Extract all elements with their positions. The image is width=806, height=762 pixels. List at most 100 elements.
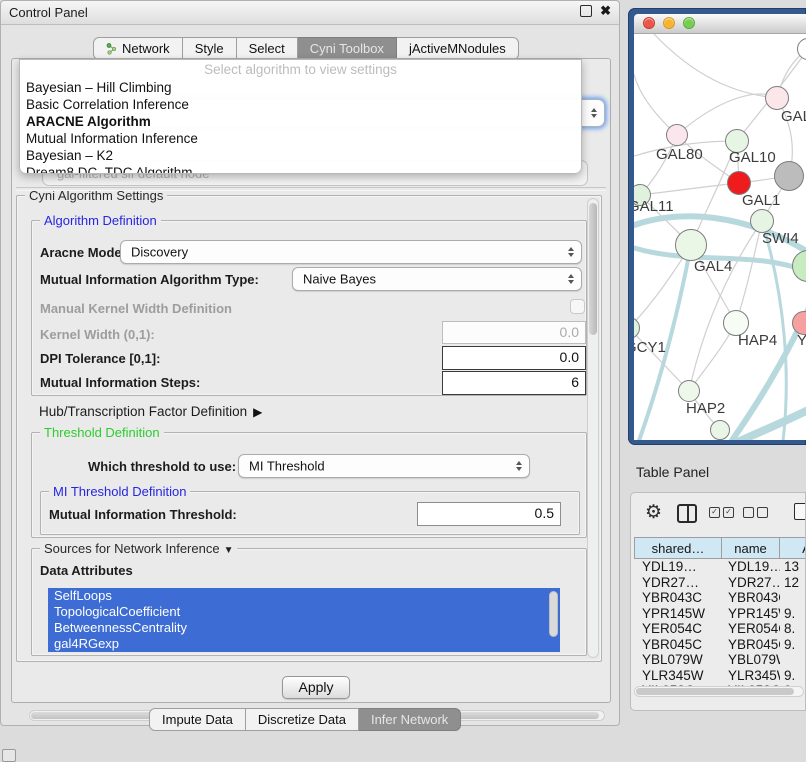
attribute-item-topologicalcoefficient[interactable]: TopologicalCoefficient: [48, 604, 560, 620]
mi-steps-label: Mutual Information Steps:: [40, 375, 200, 390]
combo-arrows-icon: [516, 461, 522, 471]
network-node-gal80[interactable]: [666, 124, 688, 146]
table-cell: YLR345W: [634, 668, 722, 684]
close-icon[interactable]: ✖: [600, 4, 611, 18]
node-table: shared…nameA YDL19…YDL19…13YDR27…YDR27…1…: [634, 537, 806, 699]
network-node[interactable]: [774, 161, 804, 191]
node-label-gcy1: GCY1: [634, 339, 666, 356]
attribute-item-selfloops[interactable]: SelfLoops: [48, 588, 560, 604]
table-row[interactable]: YLR345WYLR345W9.: [634, 668, 806, 684]
threshold-definition-group: Threshold Definition Which threshold to …: [31, 432, 587, 538]
mi-steps-field[interactable]: 6: [442, 371, 586, 395]
tab-cyni-toolbox[interactable]: Cyni Toolbox: [298, 37, 397, 60]
attribute-item-betweennesscentrality[interactable]: BetweennessCentrality: [48, 620, 560, 636]
select-all-checkboxes-icon[interactable]: ✓✓: [709, 507, 734, 518]
table-row[interactable]: YER054CYER054C8.: [634, 621, 806, 637]
table-row[interactable]: YBL079WYBL079W: [634, 652, 806, 668]
aracne-mode-label: Aracne Mode:: [40, 245, 126, 260]
mi-algorithm-type-combo[interactable]: Naive Bayes: [292, 267, 582, 291]
close-traffic-light-icon[interactable]: [643, 17, 655, 29]
node-label-gal80: GAL80: [656, 146, 703, 163]
minimize-traffic-light-icon[interactable]: [663, 17, 675, 29]
deselect-all-checkboxes-icon[interactable]: [743, 507, 768, 518]
dpi-tolerance-field[interactable]: 0.0: [442, 346, 586, 370]
table-horizontal-scrollbar[interactable]: [634, 686, 804, 697]
mi-threshold-label: Mutual Information Threshold:: [49, 507, 237, 522]
divider: [16, 187, 606, 191]
table-row[interactable]: YPR145WYPR145W9.: [634, 606, 806, 622]
new-table-icon[interactable]: [794, 503, 806, 520]
dropdown-placeholder: Select algorithm to view settings: [20, 61, 581, 79]
panel-grip-icon[interactable]: [2, 749, 16, 762]
columns-icon[interactable]: [677, 504, 697, 523]
expander-down-icon: ▼: [224, 545, 234, 556]
network-view-canvas[interactable]: GALGAL80GAL10GAL1GAL11SWI4GAL4HAP4YGCY1H…: [634, 34, 806, 440]
which-threshold-label: Which threshold to use:: [88, 459, 236, 474]
node-label-gal: GAL: [781, 108, 806, 125]
network-node-gal4[interactable]: [675, 229, 707, 261]
table-cell: YBR045C: [722, 637, 780, 653]
network-node[interactable]: [710, 420, 730, 440]
bottom-tab-infer-network[interactable]: Infer Network: [359, 708, 461, 731]
table-cell: YDL19…: [722, 559, 780, 575]
kernel-width-label: Kernel Width (0,1):: [40, 327, 155, 342]
table-cell: YBR043C: [722, 590, 780, 606]
column-header-name[interactable]: name: [722, 537, 780, 559]
dropdown-item-dream8-dc-tdc-algorithm[interactable]: Dream8 DC_TDC Algorithm: [20, 164, 581, 174]
table-row[interactable]: YDL19…YDL19…13: [634, 559, 806, 575]
dropdown-item-basic-correlation-inference[interactable]: Basic Correlation Inference: [20, 96, 581, 113]
settings-vertical-scrollbar[interactable]: [587, 198, 599, 658]
dropdown-item-aracne-algorithm[interactable]: ARACNE Algorithm: [20, 113, 581, 130]
hub-definition-expander[interactable]: Hub/Transcription Factor Definition▶: [39, 404, 262, 419]
which-threshold-combo[interactable]: MI Threshold: [238, 454, 530, 478]
table-panel-title: Table Panel: [636, 464, 709, 480]
list-scrollbar[interactable]: [549, 591, 558, 637]
mi-threshold-field[interactable]: 0.5: [417, 502, 561, 526]
table-panel: ⚙ ✓✓ shared…nameA YDL19…YDL19…13YDR27…YD…: [630, 492, 806, 711]
network-node-gal[interactable]: [765, 86, 789, 110]
aracne-mode-value: Discovery: [131, 245, 188, 260]
table-cell: [780, 590, 806, 606]
combo-arrows-icon: [568, 247, 574, 257]
sources-group-title[interactable]: Sources for Network Inference▼: [40, 541, 237, 556]
tab-network[interactable]: Network: [93, 37, 183, 60]
bottom-tab-impute-data[interactable]: Impute Data: [149, 708, 246, 731]
control-panel-window: Control Panel ✖ NetworkStyleSelectCyni T…: [0, 0, 620, 726]
node-label-gal4: GAL4: [694, 258, 732, 275]
table-cell: YBL079W: [634, 652, 722, 668]
tab-select[interactable]: Select: [237, 37, 298, 60]
dropdown-item-bayesian-k2[interactable]: Bayesian – K2: [20, 147, 581, 164]
zoom-traffic-light-icon[interactable]: [683, 17, 695, 29]
table-body: YDL19…YDL19…13YDR27…YDR27…12YBR043CYBR04…: [634, 559, 806, 699]
dropdown-item-list: Bayesian – Hill ClimbingBasic Correlatio…: [20, 79, 581, 174]
float-window-icon[interactable]: [580, 5, 592, 17]
attribute-item-gal4rgexp[interactable]: gal4RGexp: [48, 636, 560, 652]
tab-jactivemnodules[interactable]: jActiveMNodules: [397, 37, 519, 60]
network-node-hap2[interactable]: [678, 380, 700, 402]
dropdown-item-mutual-information-inference[interactable]: Mutual Information Inference: [20, 130, 581, 147]
node-label-y: Y: [797, 332, 806, 349]
table-row[interactable]: YBR045CYBR045C9.: [634, 637, 806, 653]
tab-style[interactable]: Style: [183, 37, 237, 60]
table-row[interactable]: YBR043CYBR043C: [634, 590, 806, 606]
table-cell: [780, 652, 806, 668]
mi-threshold-group-title: MI Threshold Definition: [49, 484, 190, 499]
node-label-gal11: GAL11: [634, 198, 674, 215]
algorithm-definition-group: Algorithm Definition Aracne Mode: Discov…: [31, 220, 587, 396]
control-panel-title: Control Panel: [9, 5, 88, 20]
dropdown-item-bayesian-hill-climbing[interactable]: Bayesian – Hill Climbing: [20, 79, 581, 96]
column-header-a[interactable]: A: [780, 537, 806, 559]
aracne-mode-combo[interactable]: Discovery: [120, 240, 582, 264]
kernel-width-field: 0.0: [442, 321, 586, 344]
cyni-algorithm-settings-group: Cyni Algorithm Settings Algorithm Defini…: [16, 195, 602, 662]
table-cell: YDL19…: [634, 559, 722, 575]
column-header-shared[interactable]: shared…: [634, 537, 722, 559]
apply-button[interactable]: Apply: [282, 676, 350, 699]
bottom-tab-discretize-data[interactable]: Discretize Data: [246, 708, 359, 731]
node-label-gal10: GAL10: [729, 149, 776, 166]
node-label-gal1: GAL1: [742, 192, 780, 209]
table-cell: 9.: [780, 637, 806, 653]
table-cell: 8.: [780, 621, 806, 637]
gear-icon[interactable]: ⚙: [645, 501, 662, 525]
table-row[interactable]: YDR27…YDR27…12: [634, 575, 806, 591]
